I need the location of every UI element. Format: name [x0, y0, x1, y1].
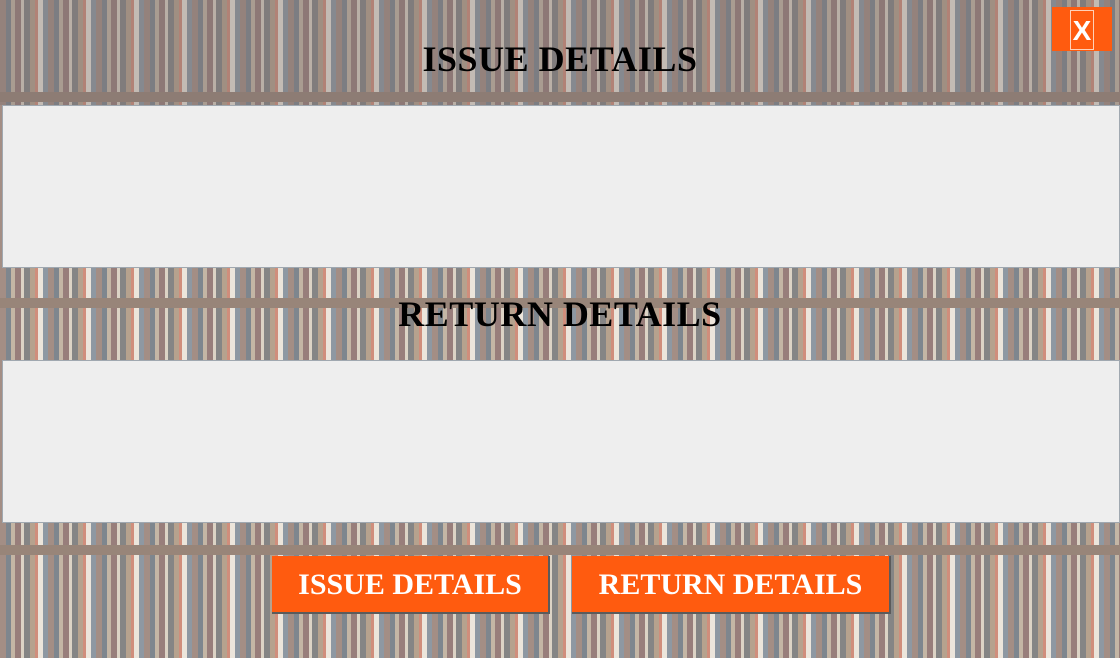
issue-details-heading: ISSUE DETAILS	[422, 39, 698, 79]
return-details-button[interactable]: RETURN DETAILS	[572, 556, 891, 614]
return-details-panel	[2, 360, 1120, 523]
return-details-heading: RETURN DETAILS	[398, 294, 722, 334]
issue-details-panel	[2, 105, 1120, 268]
issue-details-button[interactable]: ISSUE DETAILS	[272, 556, 550, 614]
